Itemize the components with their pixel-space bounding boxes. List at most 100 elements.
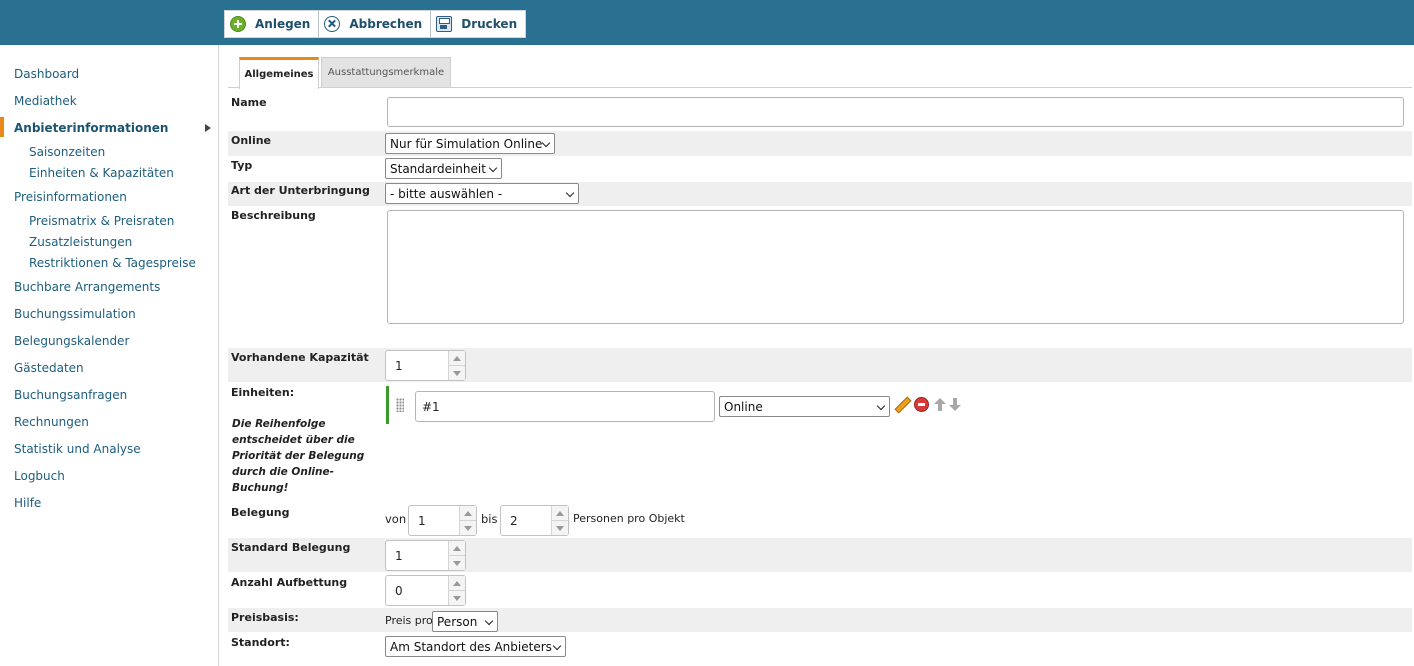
occupancy-from-label: von bbox=[385, 512, 407, 526]
sidebar-item-logbuch[interactable]: Logbuch bbox=[14, 469, 65, 483]
sidebar-item-gaestedaten[interactable]: Gästedaten bbox=[14, 361, 84, 375]
tab-allgemeines[interactable]: Allgemeines bbox=[239, 57, 319, 89]
description-label: Beschreibung bbox=[231, 209, 316, 222]
sidebar-item-preisinformationen[interactable]: Preisinformationen bbox=[14, 190, 127, 204]
accommodation-select-value: - bitte auswählen - bbox=[390, 186, 503, 201]
sidebar bbox=[0, 45, 219, 666]
sidebar-item-rechnungen[interactable]: Rechnungen bbox=[14, 415, 89, 429]
arrow-down-icon bbox=[556, 525, 564, 531]
arrow-up-icon bbox=[453, 580, 461, 586]
remove-icon[interactable] bbox=[914, 397, 929, 412]
sidebar-item-mediathek[interactable]: Mediathek bbox=[14, 94, 77, 108]
add-icon bbox=[230, 16, 246, 32]
occupancy-from-stepper[interactable]: 1 bbox=[408, 505, 477, 536]
sidebar-item-zusatzleistungen[interactable]: Zusatzleistungen bbox=[29, 235, 132, 249]
accommodation-label: Art der Unterbringung bbox=[231, 184, 370, 197]
chevron-down-icon bbox=[552, 641, 562, 651]
arrow-up-icon bbox=[464, 510, 472, 516]
sidebar-item-restriktionen[interactable]: Restriktionen & Tagespreise bbox=[29, 256, 196, 270]
unit-status-select[interactable]: Online bbox=[719, 396, 890, 417]
chevron-down-icon bbox=[488, 163, 498, 173]
move-down-icon[interactable] bbox=[948, 397, 963, 412]
capacity-label: Vorhandene Kapazität bbox=[231, 351, 369, 364]
extra-beds-stepper[interactable]: 0 bbox=[385, 575, 466, 606]
units-label: Einheiten: bbox=[231, 386, 295, 399]
arrow-down-icon bbox=[453, 370, 461, 376]
occupancy-label: Belegung bbox=[231, 506, 290, 519]
active-indicator bbox=[0, 117, 4, 137]
sidebar-item-dashboard[interactable]: Dashboard bbox=[14, 67, 79, 81]
occupancy-to-stepper[interactable]: 2 bbox=[500, 505, 569, 536]
expand-arrow-icon bbox=[205, 124, 211, 132]
occupancy-to-down-button[interactable] bbox=[552, 521, 568, 535]
unit-status-value: Online bbox=[724, 399, 763, 414]
top-bar bbox=[0, 0, 1414, 45]
price-basis-select[interactable]: Person bbox=[432, 611, 498, 632]
standard-occupancy-value: 1 bbox=[395, 548, 403, 563]
sidebar-item-statistik[interactable]: Statistik und Analyse bbox=[14, 442, 141, 456]
price-basis-value: Person bbox=[437, 614, 478, 629]
name-input[interactable] bbox=[387, 97, 1404, 127]
sidebar-item-preismatrix[interactable]: Preismatrix & Preisraten bbox=[29, 214, 174, 228]
price-basis-label: Preisbasis: bbox=[231, 611, 299, 624]
chevron-down-icon bbox=[876, 401, 886, 411]
create-button-label: Anlegen bbox=[255, 17, 311, 31]
sidebar-item-anbieterinformationen[interactable]: Anbieterinformationen bbox=[14, 121, 168, 135]
standard-occupancy-stepper[interactable]: 1 bbox=[385, 540, 466, 571]
occupancy-from-down-button[interactable] bbox=[460, 521, 476, 535]
move-up-icon[interactable] bbox=[933, 397, 948, 412]
cancel-button-label: Abbrechen bbox=[349, 17, 423, 31]
occupancy-from-value: 1 bbox=[418, 513, 426, 528]
capacity-down-button[interactable] bbox=[449, 366, 465, 380]
occupancy-from-up-button[interactable] bbox=[460, 506, 476, 521]
extra-beds-up-button[interactable] bbox=[449, 576, 465, 591]
chevron-down-icon bbox=[565, 188, 575, 198]
location-select[interactable]: Am Standort des Anbieters bbox=[385, 636, 566, 657]
sidebar-item-hilfe[interactable]: Hilfe bbox=[14, 496, 41, 510]
tab-ausstattungsmerkmale[interactable]: Ausstattungsmerkmale bbox=[321, 57, 451, 88]
online-select[interactable]: Nur für Simulation Online bbox=[385, 133, 555, 154]
sidebar-item-saisonzeiten[interactable]: Saisonzeiten bbox=[29, 145, 105, 159]
extra-beds-label: Anzahl Aufbettung bbox=[231, 576, 348, 589]
standard-occupancy-down-button[interactable] bbox=[449, 556, 465, 570]
sidebar-item-arrangements[interactable]: Buchbare Arrangements bbox=[14, 280, 160, 294]
print-button[interactable]: Drucken bbox=[431, 11, 526, 37]
unit-status-bar bbox=[386, 386, 389, 424]
cancel-icon bbox=[324, 16, 341, 32]
chevron-down-icon bbox=[541, 138, 551, 148]
occupancy-to-label: bis bbox=[481, 512, 498, 526]
arrow-up-icon bbox=[453, 545, 461, 551]
print-icon bbox=[436, 16, 453, 32]
location-select-value: Am Standort des Anbieters bbox=[390, 639, 552, 654]
accommodation-select[interactable]: - bitte auswählen - bbox=[385, 183, 579, 204]
toolbar: Anlegen Abbrechen Drucken bbox=[224, 10, 527, 38]
create-button[interactable]: Anlegen bbox=[225, 11, 320, 37]
name-label: Name bbox=[231, 96, 267, 109]
sidebar-item-buchungsanfragen[interactable]: Buchungsanfragen bbox=[14, 388, 127, 402]
unit-name-input[interactable] bbox=[415, 391, 715, 422]
type-label: Typ bbox=[231, 159, 253, 172]
drag-handle-icon[interactable] bbox=[396, 398, 404, 412]
pencil-icon[interactable] bbox=[895, 397, 910, 412]
capacity-stepper[interactable]: 1 bbox=[385, 350, 466, 381]
cancel-button[interactable]: Abbrechen bbox=[319, 11, 432, 37]
sidebar-item-einheiten-kapazitaeten[interactable]: Einheiten & Kapazitäten bbox=[29, 166, 174, 180]
occupancy-to-up-button[interactable] bbox=[552, 506, 568, 521]
occupancy-suffix: Personen pro Objekt bbox=[573, 512, 685, 525]
description-textarea[interactable] bbox=[387, 210, 1404, 324]
sidebar-item-buchungssimulation[interactable]: Buchungssimulation bbox=[14, 307, 136, 321]
standard-occupancy-up-button[interactable] bbox=[449, 541, 465, 556]
online-select-value: Nur für Simulation Online bbox=[390, 136, 543, 151]
capacity-up-button[interactable] bbox=[449, 351, 465, 366]
extra-beds-down-button[interactable] bbox=[449, 591, 465, 605]
location-label: Standort: bbox=[231, 636, 290, 649]
occupancy-to-value: 2 bbox=[510, 513, 518, 528]
standard-occupancy-label: Standard Belegung bbox=[231, 541, 351, 554]
arrow-down-icon bbox=[453, 560, 461, 566]
arrow-down-icon bbox=[453, 595, 461, 601]
price-basis-prefix: Preis pro bbox=[385, 614, 433, 627]
type-select[interactable]: Standardeinheit bbox=[385, 158, 502, 179]
sidebar-item-belegungskalender[interactable]: Belegungskalender bbox=[14, 334, 129, 348]
extra-beds-value: 0 bbox=[395, 583, 403, 598]
print-button-label: Drucken bbox=[461, 17, 518, 31]
